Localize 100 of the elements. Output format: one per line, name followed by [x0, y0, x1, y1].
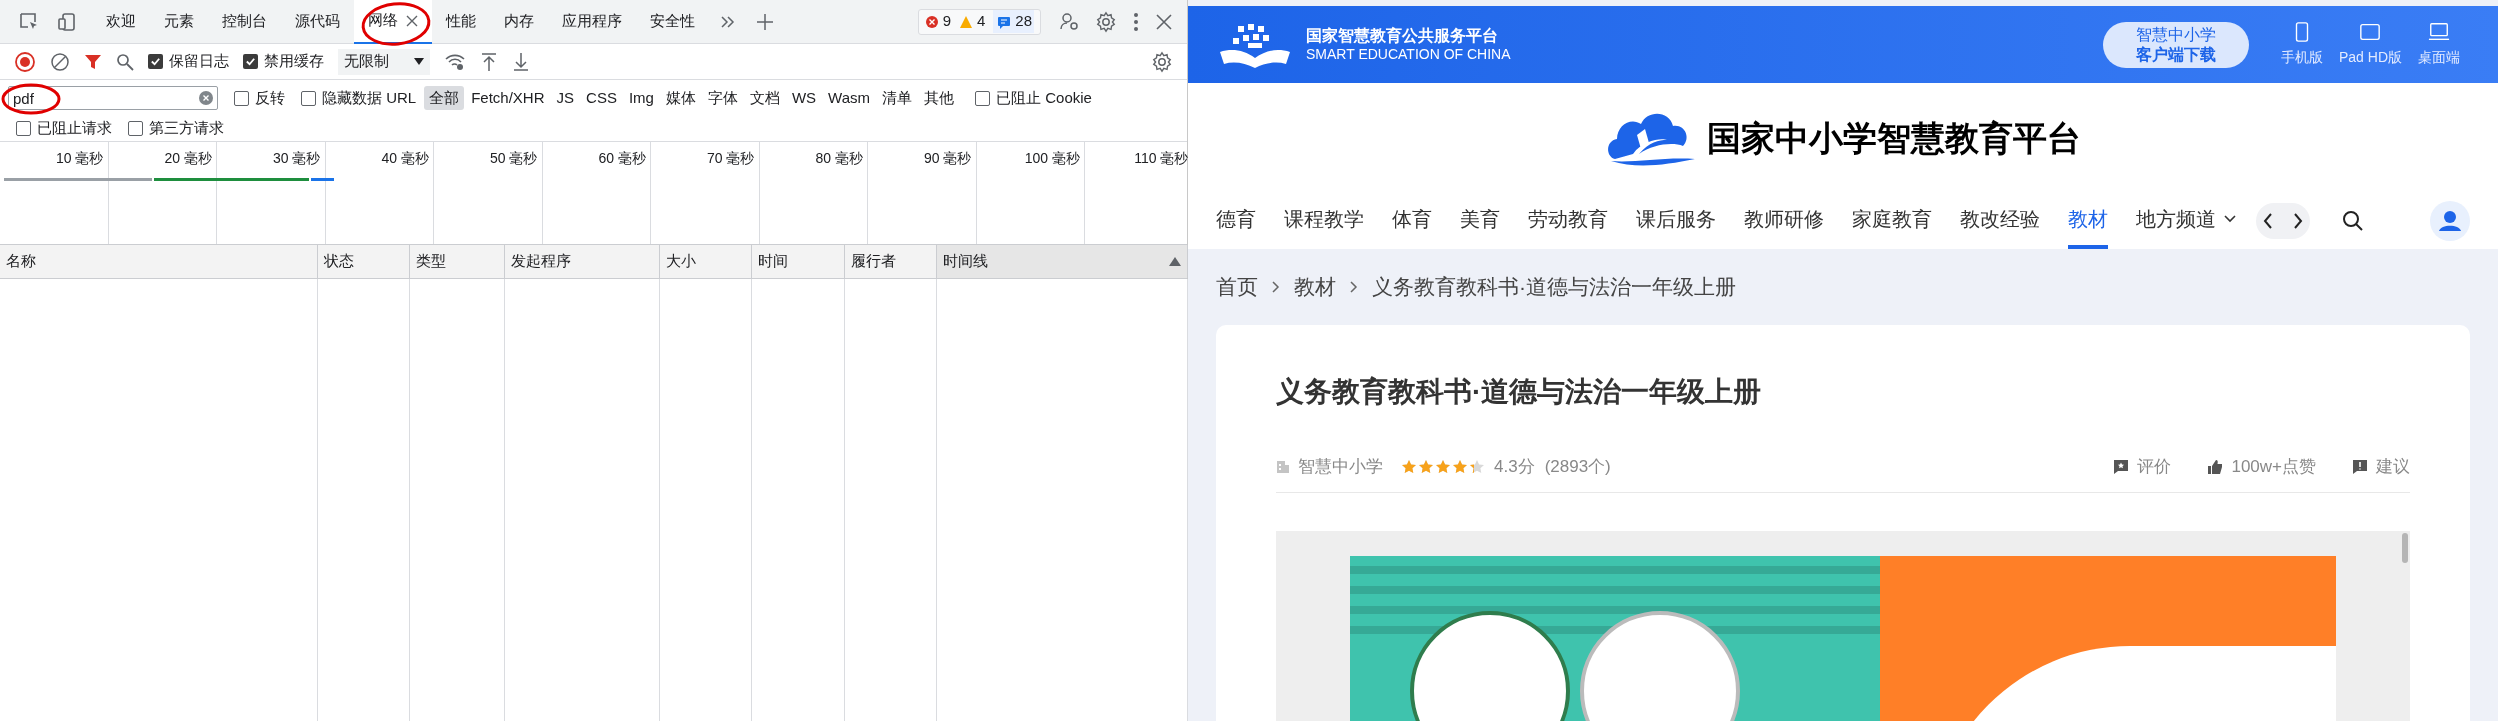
resource-title: 义务教育教科书·道德与法治一年级上册 [1276, 375, 1763, 409]
chevron-left-icon[interactable] [2263, 213, 2273, 229]
checkbox-label: 反转 [255, 87, 285, 108]
type-filter-button[interactable]: Fetch/XHR [466, 86, 550, 110]
device-toolbar-icon[interactable] [56, 10, 78, 33]
checkbox-label: 隐藏数据 URL [322, 87, 417, 108]
record-icon[interactable] [14, 50, 36, 73]
type-filter-button[interactable]: 其他 [919, 86, 960, 110]
warning-count: 4 [976, 11, 986, 32]
nav-link[interactable]: 教师研修 [1744, 193, 1824, 249]
type-filter-button[interactable]: Wasm [823, 86, 876, 110]
type-filter-button[interactable]: 媒体 [660, 86, 701, 110]
column-header[interactable]: 发起程序 [505, 245, 660, 278]
plus-icon[interactable] [755, 11, 775, 32]
chevron-down-icon [2224, 215, 2236, 223]
building-icon [1276, 459, 1290, 474]
tablet-icon [2359, 21, 2382, 43]
suggest-button[interactable]: 建议 [2352, 453, 2410, 480]
devtools-tab[interactable]: 性能 [432, 0, 490, 44]
nav-link[interactable]: 德育 [1216, 193, 1256, 249]
devtools-tab[interactable]: 元素 [150, 0, 208, 44]
nav-link[interactable]: 教材 [2068, 193, 2108, 249]
close-icon[interactable] [1155, 12, 1173, 31]
devtools-tab[interactable]: 欢迎 [92, 0, 150, 44]
search-icon[interactable] [2342, 210, 2364, 232]
column-header[interactable]: 状态 [318, 245, 410, 278]
throttling-select[interactable]: 无限制 [338, 48, 430, 75]
warning-icon [958, 14, 973, 29]
filter-field[interactable]: pdf [8, 86, 218, 110]
star-icon [1435, 458, 1451, 475]
upload-icon[interactable] [480, 51, 498, 72]
devtools-tab[interactable]: 内存 [490, 0, 548, 44]
info-icon [997, 14, 1012, 29]
column-header[interactable]: 时间线 [937, 245, 1188, 278]
customize-icon[interactable] [1059, 10, 1081, 33]
brand-title: 国家智慧教育公共服务平台 [1306, 25, 1499, 46]
more-options-icon[interactable] [1133, 11, 1139, 32]
device-link[interactable]: 手机版 [2280, 21, 2323, 68]
clear-icon[interactable] [50, 51, 70, 72]
checkbox[interactable] [234, 90, 249, 106]
devtools-tab[interactable]: 源代码 [281, 0, 354, 44]
type-filter-button[interactable]: 全部 [424, 86, 465, 110]
filter-icon[interactable] [84, 52, 102, 71]
search-icon[interactable] [116, 52, 134, 71]
checkbox-label: 保留日志 [169, 51, 229, 72]
checkbox-label: 禁用缓存 [264, 51, 324, 72]
like-button[interactable]: 100w+点赞 [2207, 453, 2316, 480]
column-header[interactable]: 类型 [410, 245, 505, 278]
scroll-arrows[interactable] [2256, 203, 2310, 239]
checkmark-icon [150, 56, 161, 67]
chevron-right-icon [1350, 281, 1358, 293]
column-header[interactable]: 名称 [0, 245, 318, 278]
brand-subtitle: SMART EDUCATION OF CHINA [1306, 45, 1511, 64]
devtools-tab[interactable]: 控制台 [208, 0, 281, 44]
nav-link[interactable]: 课程教学 [1284, 193, 1364, 249]
settings-icon[interactable] [1095, 10, 1117, 33]
checkbox[interactable] [243, 54, 258, 69]
tick-label: 40 毫秒 [381, 149, 429, 166]
devtools-tab[interactable]: 应用程序 [548, 0, 636, 44]
nav-link[interactable]: 体育 [1392, 193, 1432, 249]
breadcrumb-link[interactable]: 义务教育教科书·道德与法治一年级上册 [1372, 271, 1736, 303]
error-count: 9 [942, 11, 951, 32]
devtools-tab[interactable]: 安全性 [636, 0, 709, 44]
nav-link[interactable]: 课后服务 [1636, 193, 1716, 249]
column-header[interactable]: 时间 [752, 245, 845, 278]
scrollbar-thumb[interactable] [2402, 533, 2408, 563]
star-icon [1401, 458, 1417, 475]
chevron-right-icon[interactable] [2293, 213, 2303, 229]
type-filter-button[interactable]: 字体 [702, 86, 743, 110]
avatar-icon[interactable] [2430, 201, 2470, 241]
column-header[interactable]: 大小 [660, 245, 752, 278]
type-filter-button[interactable]: Img [623, 86, 659, 110]
nav-link[interactable]: 家庭教育 [1852, 193, 1932, 249]
type-filter-button[interactable]: JS [551, 86, 580, 110]
type-filter-button[interactable]: CSS [581, 86, 622, 110]
download-icon[interactable] [512, 51, 530, 72]
checkbox[interactable] [148, 54, 163, 69]
type-filter-button[interactable]: WS [786, 86, 822, 110]
nav-link[interactable]: 教改经验 [1960, 193, 2040, 249]
close-icon[interactable] [406, 14, 418, 27]
nav-link[interactable]: 地方频道 [2136, 193, 2236, 249]
checkbox[interactable] [301, 90, 316, 106]
tick-label: 80 毫秒 [815, 149, 863, 166]
clear-icon[interactable] [199, 91, 213, 105]
type-filter-button[interactable]: 清单 [877, 86, 918, 110]
platform-title: 国家中小学智慧教育平台 [1707, 116, 2081, 160]
breadcrumb-link[interactable]: 首页 [1216, 271, 1258, 303]
annotation-circle [360, 0, 432, 48]
tick-label: 50 毫秒 [490, 149, 538, 166]
settings-icon[interactable] [1151, 50, 1173, 73]
checkbox[interactable] [128, 121, 143, 136]
type-filter-button[interactable]: 文档 [744, 86, 785, 110]
checkbox[interactable] [16, 121, 31, 136]
download-client-button[interactable]: 智慧中小学 客户端下载 [2102, 21, 2249, 68]
checkbox[interactable] [975, 90, 991, 106]
comment-button[interactable]: 评价 [2113, 453, 2172, 480]
nav-link[interactable]: 劳动教育 [1528, 193, 1608, 249]
breadcrumb-link[interactable]: 教材 [1294, 271, 1336, 303]
issues-counter[interactable]: 9 4 28 [917, 8, 1041, 35]
nav-link[interactable]: 美育 [1460, 193, 1500, 249]
